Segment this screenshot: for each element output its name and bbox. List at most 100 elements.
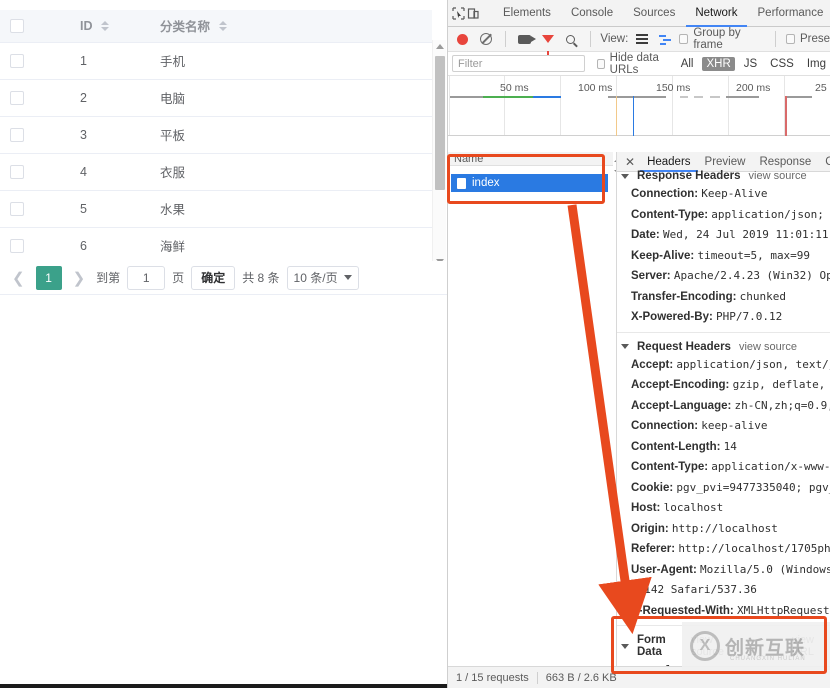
requests-column-header[interactable]: Name [448,152,613,166]
clear-ban-icon[interactable] [477,29,495,49]
toolbar-divider-2 [505,31,506,47]
page-size-select[interactable]: 10 条/页 [287,266,359,290]
pagination-total-label: 共 8 条 [242,269,279,286]
header-cell-name[interactable]: 分类名称 [150,10,432,42]
filter-type-all[interactable]: All [677,58,698,70]
response-header-row: X-Powered-By: PHP/7.0.12 [617,307,830,328]
preserve-log-checkbox[interactable] [786,34,795,44]
inspect-element-icon[interactable] [452,3,465,23]
network-overview-timeline[interactable]: 50 ms 100 ms 150 ms 200 ms 25 [448,76,830,136]
header-value: application/json, text/jav [676,358,830,371]
table-row[interactable]: 3平板 [0,116,432,153]
table-row[interactable]: 1手机 [0,42,432,79]
tab-sources[interactable]: Sources [624,0,684,27]
chevron-down-icon[interactable] [621,644,629,649]
response-headers-section-title[interactable]: Response Headers view source [617,166,830,184]
table-row[interactable]: 5水果 [0,190,432,227]
document-icon [457,178,466,189]
header-value: zh-CN,zh;q=0.9,en [735,399,830,412]
header-value: Mozilla/5.0 (Windows NT [700,563,830,576]
header-value: Wed, 24 Jul 2019 11:01:11 GM [663,228,830,241]
row-checkbox[interactable] [10,239,24,253]
header-name: Keep-Alive: [631,250,697,262]
tab-console[interactable]: Console [562,0,622,27]
response-headers-label: Response Headers [637,170,741,182]
table-row[interactable]: 6海鲜 [0,227,432,264]
request-detail-pane: ✕ Headers Preview Response Coo Response … [616,152,830,666]
transfer-size-text: 663 B / 2.6 KB [546,672,617,684]
header-name: Accept-Encoding: [631,379,733,391]
header-value: 0.142 Safari/537.36 [631,583,757,596]
overview-tick-150ms: 150 ms [656,82,690,94]
sort-icon-id[interactable] [101,19,110,33]
select-all-checkbox[interactable] [10,19,24,33]
row-checkbox[interactable] [10,54,24,68]
response-view-source-link[interactable]: view source [749,170,807,182]
row-checkbox[interactable] [10,165,24,179]
screenshot-root: ID 分类名称 1手机2电脑3平板4衣服5水果6海鲜 [0,0,830,688]
preserve-log-label: Prese [800,33,830,45]
cell-id: 6 [70,227,150,264]
funnel-icon[interactable] [539,29,557,49]
header-name: Content-Type: [631,209,711,221]
hide-data-urls-checkbox[interactable] [597,59,605,69]
pagination-current-page[interactable]: 1 [36,266,62,290]
tab-network[interactable]: Network [686,0,746,27]
filter-input[interactable]: Filter [452,55,585,72]
request-header-row: Connection: keep-alive [617,416,830,437]
page-size-value: 10 条/页 [294,269,338,286]
table-row[interactable]: 4衣服 [0,153,432,190]
filter-type-img[interactable]: Img [803,58,830,70]
chevron-down-icon[interactable] [621,344,629,349]
filter-type-xhr[interactable]: XHR [702,57,734,71]
waterfall-view-icon[interactable] [656,29,674,49]
tab-elements[interactable]: Elements [494,0,560,27]
request-view-source-link[interactable]: view source [739,341,797,353]
toolbar-divider-4 [775,31,776,47]
scroll-up-arrow-icon[interactable] [436,44,444,49]
group-by-frame-checkbox[interactable] [679,34,688,44]
request-headers-section-title[interactable]: Request Headers view source [617,337,830,355]
filter-type-css[interactable]: CSS [766,58,798,70]
header-name: X-Powered-By: [631,311,716,323]
table-body: 1手机2电脑3平板4衣服5水果6海鲜 [0,42,432,264]
request-index-row[interactable]: index [451,174,608,192]
pagination-prev-icon[interactable]: ❮ [8,269,29,287]
table-row[interactable]: 2电脑 [0,79,432,116]
request-header-row: Accept-Encoding: gzip, deflate, br [617,375,830,396]
filter-type-js[interactable]: JS [740,58,761,70]
cell-name: 平板 [150,116,432,153]
network-toolbar: View: Group by frame Prese [448,27,830,52]
table-vertical-scrollbar[interactable] [432,40,446,268]
search-icon[interactable] [562,29,580,49]
row-checkbox[interactable] [10,202,24,216]
sort-icon-name[interactable] [219,19,228,33]
tab-performance[interactable]: Performance [749,0,830,27]
response-header-row: Content-Type: application/json; cha [617,205,830,226]
row-checkbox[interactable] [10,128,24,142]
camera-icon[interactable] [516,29,534,49]
header-value: http://localhost [672,522,778,535]
status-divider [537,672,538,684]
header-name: Accept-Language: [631,400,735,412]
toggle-device-toolbar-icon[interactable] [467,3,480,23]
header-cell-id[interactable]: ID [70,10,150,42]
request-headers-list: Accept: application/json, text/javAccept… [617,355,830,622]
pagination-confirm-button[interactable]: 确定 [191,266,235,290]
response-header-row: Server: Apache/2.4.23 (Win32) OpenS [617,266,830,287]
row-checkbox-cell [0,116,70,153]
record-dot-icon[interactable] [454,29,472,49]
row-checkbox[interactable] [10,91,24,105]
pagination-goto-input[interactable]: 1 [127,266,165,290]
cell-id: 3 [70,116,150,153]
requests-count-text: 1 / 15 requests [456,672,529,684]
list-view-icon[interactable] [633,29,651,49]
header-value: Keep-Alive [701,187,767,200]
header-value: pgv_pvi=9477335040; pgv_si [676,481,830,494]
cell-name: 电脑 [150,79,432,116]
request-header-row: Referer: http://localhost/1705phpAW [617,539,830,560]
chevron-down-icon[interactable] [621,174,629,179]
pagination-next-icon[interactable]: ❯ [69,269,90,287]
scrollbar-thumb[interactable] [435,56,445,190]
header-name: Content-Length: [631,441,724,453]
